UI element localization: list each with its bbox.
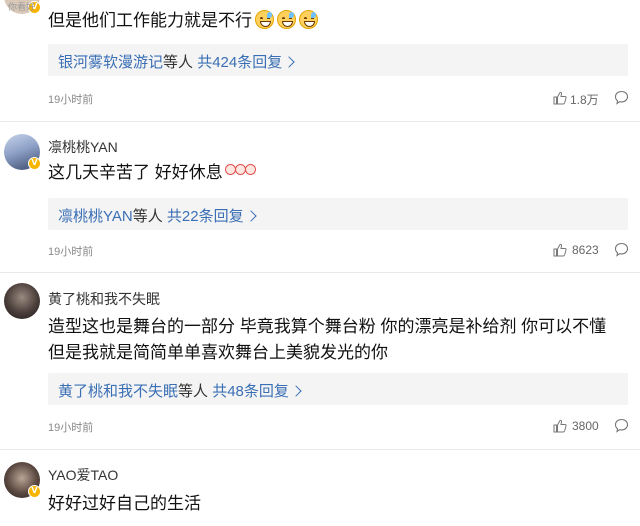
thumbs-up-icon[interactable] <box>553 419 567 433</box>
username[interactable]: 黄了桃和我不失眠 <box>48 289 160 309</box>
timestamp: 19小时前 <box>48 94 94 106</box>
comment-item: 黄了桃和我不失眠 造型这也是舞台的一部分 毕竟我算个舞台粉 你的漂亮是补给剂 你… <box>0 273 640 449</box>
comment-bubble-icon[interactable] <box>614 242 629 257</box>
sweat-smile-emoji-icon <box>299 10 318 29</box>
cake-emoji-icon <box>224 162 257 176</box>
like-count: 3800 <box>572 419 599 433</box>
comment-text: 但是他们工作能力就是不行 <box>48 8 318 34</box>
comment-bubble-icon[interactable] <box>614 90 629 105</box>
verified-badge-icon: V <box>28 485 41 498</box>
sweat-smile-emoji-icon <box>277 10 296 29</box>
reply-count-link[interactable]: 共424条回复 <box>197 54 282 71</box>
chevron-right-icon <box>244 210 257 222</box>
comment-text-content: 但是他们工作能力就是不行 <box>48 11 252 30</box>
thumbs-up-icon[interactable] <box>553 91 567 105</box>
verified-badge-icon: V <box>28 157 41 170</box>
comment-item: V 你看好 但是他们工作能力就是不行 银河雾软漫游记等人 共424条回复 19小… <box>0 0 640 122</box>
comment-text: 好好过好自己的生活 <box>48 494 201 513</box>
sweat-smile-emoji-icon <box>255 10 274 29</box>
comment-text: 这几天辛苦了 好好休息 <box>48 160 257 186</box>
reply-count-link[interactable]: 共48条回复 <box>212 383 289 400</box>
username[interactable]: 凛桃桃YAN <box>48 137 118 157</box>
comment-text: 造型这也是舞台的一部分 毕竟我算个舞台粉 你的漂亮是补给剂 你可以不懂 但是我就… <box>48 314 606 366</box>
comment-text-line: 但是我就是简简单单喜欢舞台上美貌发光的你 <box>48 343 388 362</box>
reply-user-link[interactable]: 银河雾软漫游记 <box>58 54 163 71</box>
comment-bubble-icon[interactable] <box>614 418 629 433</box>
reply-count-link[interactable]: 共22条回复 <box>167 208 244 225</box>
like-count: 8623 <box>572 243 599 257</box>
comment-item: V YAO爱TAO 好好过好自己的生活 <box>0 450 640 526</box>
reply-user-link[interactable]: 黄了桃和我不失眠 <box>58 383 178 400</box>
reply-mid-text: 等人 <box>163 54 194 71</box>
chevron-right-icon <box>290 385 302 397</box>
timestamp: 19小时前 <box>48 422 94 434</box>
chevron-right-icon <box>283 56 295 68</box>
thumbs-up-icon[interactable] <box>553 243 567 257</box>
reply-mid-text: 等人 <box>132 208 163 225</box>
reply-summary-box[interactable]: 银河雾软漫游记等人 共424条回复 <box>48 44 628 76</box>
reply-mid-text: 等人 <box>178 383 209 400</box>
reply-summary-box[interactable]: 黄了桃和我不失眠等人 共48条回复 <box>48 373 628 405</box>
comment-item: V 凛桃桃YAN 这几天辛苦了 好好休息 凛桃桃YAN等人 共22条回复 19小… <box>0 122 640 272</box>
comment-text-content: 这几天辛苦了 好好休息 <box>48 163 223 182</box>
avatar[interactable] <box>4 283 40 319</box>
comment-text-line: 造型这也是舞台的一部分 毕竟我算个舞台粉 你的漂亮是补给剂 你可以不懂 <box>48 317 607 336</box>
username[interactable]: 你看好 <box>8 0 35 13</box>
like-count: 1.8万 <box>570 93 599 107</box>
reply-summary-box[interactable]: 凛桃桃YAN等人 共22条回复 <box>48 198 628 230</box>
username[interactable]: YAO爱TAO <box>48 465 118 485</box>
reply-user-link[interactable]: 凛桃桃YAN <box>58 208 133 225</box>
timestamp: 19小时前 <box>48 246 94 258</box>
